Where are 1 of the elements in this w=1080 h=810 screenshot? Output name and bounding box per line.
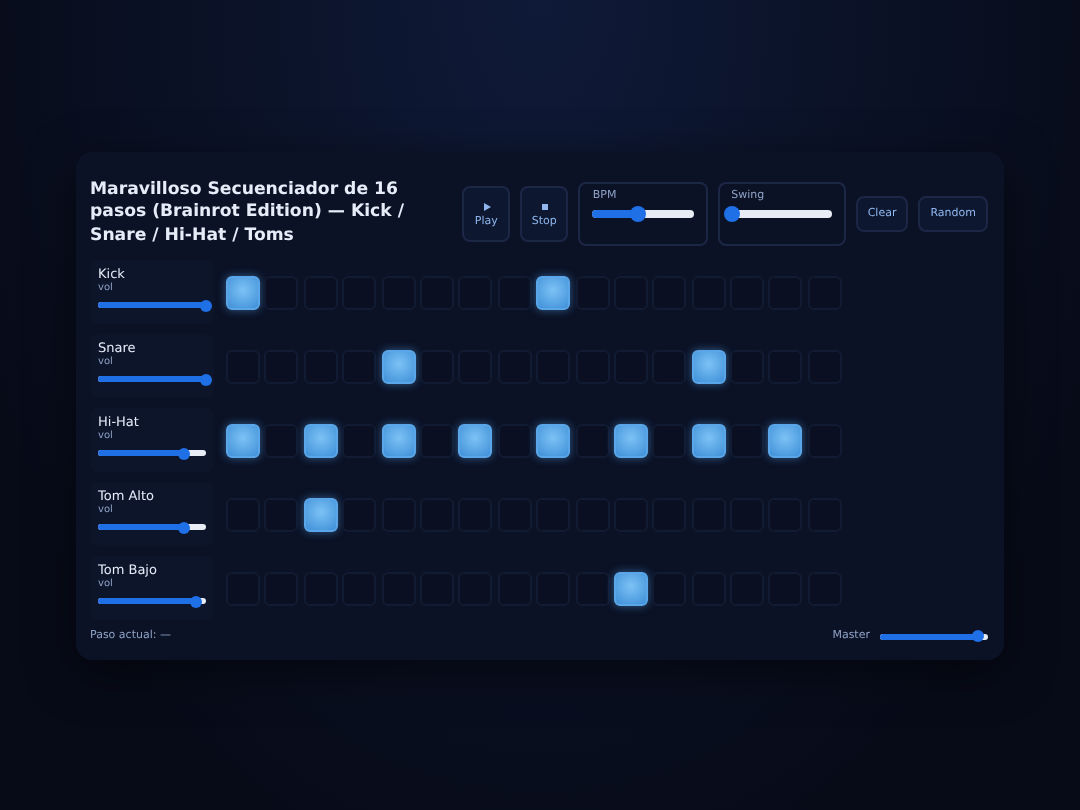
sequencer-title: Maravilloso Secuenciador de 16 pasos (Brainrot Edition) — Kick / Snare / Hi-Hat / Toms — [90, 179, 406, 249]
